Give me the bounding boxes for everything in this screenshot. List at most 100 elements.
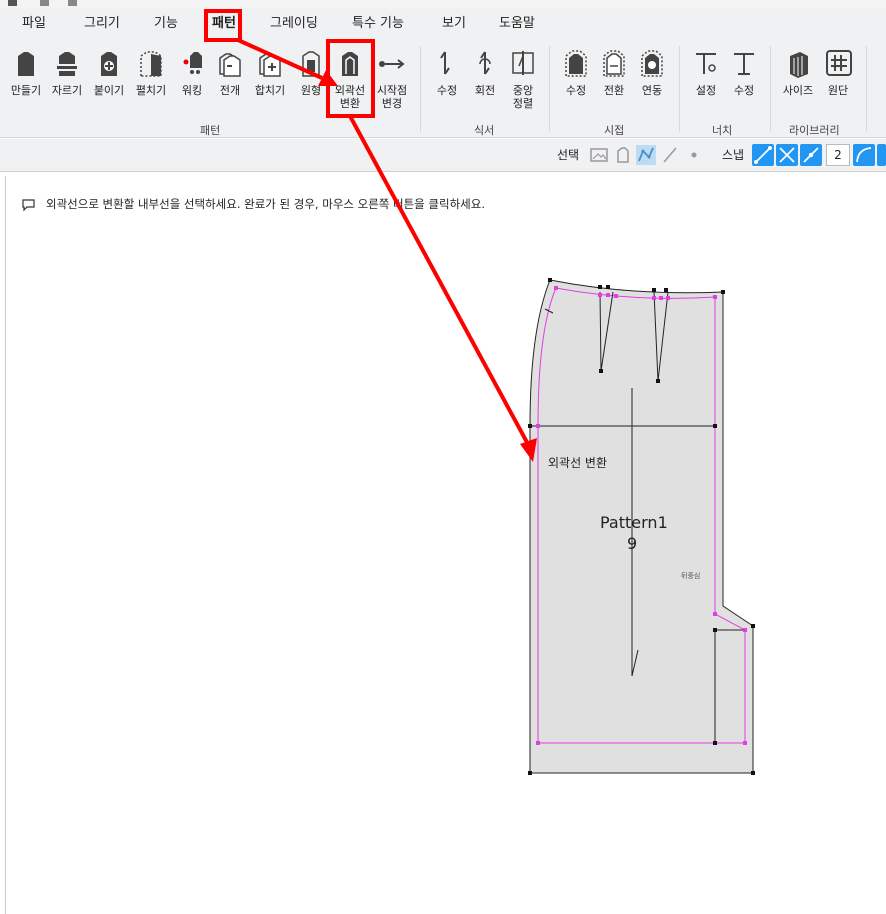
grain-center-button[interactable]: 중앙 정렬 [503, 48, 543, 128]
walking-icon [183, 52, 202, 74]
original-button[interactable]: 원형 [291, 48, 331, 128]
snap-curve-icon [856, 147, 872, 163]
menu-special[interactable]: 특수 기능 [352, 8, 404, 40]
seam-edit-icon [565, 50, 587, 77]
make-pattern-button[interactable]: 만들기 [6, 48, 46, 128]
image-select-icon[interactable] [589, 145, 609, 165]
menu-function[interactable]: 기능 [154, 8, 178, 40]
menu-file[interactable]: 파일 [22, 8, 46, 40]
merge-icon [259, 53, 281, 77]
pattern-select-icon[interactable] [613, 145, 633, 165]
seam-link-icon [641, 50, 663, 77]
button-label: 만들기 [10, 84, 42, 97]
fabric-library-button[interactable]: 원단 [818, 48, 858, 128]
menu-pattern[interactable]: 패턴 [212, 8, 236, 40]
change-start-point-button[interactable]: 시작점 변경 [372, 48, 412, 128]
snap-midpoint-icon [803, 147, 819, 163]
snap-endpoint-button[interactable] [752, 144, 774, 166]
snap-midpoint-button[interactable] [800, 144, 822, 166]
button-label: 회전 [474, 84, 496, 97]
group-separator [770, 46, 771, 132]
fabric-library-icon [826, 50, 852, 76]
button-label: 수정 [565, 84, 587, 97]
button-label: 중앙 정렬 [512, 84, 534, 110]
group-label-library: 라이브러리 [789, 124, 840, 137]
button-label: 자르기 [51, 84, 83, 97]
menu-draw[interactable]: 그리기 [84, 8, 120, 40]
ribbon: 만들기 자르기 붙이기 펼치기 워킹 전개 합치기 원형 외곽선 변환 시작점 … [0, 40, 886, 138]
group-label-notch: 너치 [712, 124, 733, 137]
pattern-make-icon [18, 52, 34, 76]
group-separator [679, 46, 680, 132]
line-select-icon[interactable] [636, 145, 656, 165]
button-label: 설정 [695, 84, 717, 97]
notch-edit-button[interactable]: 수정 [724, 48, 764, 128]
notch-set-button[interactable]: 설정 [686, 48, 726, 128]
canvas-left-border [5, 176, 6, 914]
snap-intersection-icon [779, 147, 795, 163]
tool-tooltip: 외곽선 변환 [548, 456, 608, 470]
button-label: 합치기 [254, 84, 286, 97]
app-icon [8, 0, 17, 6]
selection-toolbar: 선택 스냅 2 [0, 139, 886, 172]
develop-button[interactable]: 전개 [210, 48, 250, 128]
attach-pattern-button[interactable]: 붙이기 [89, 48, 129, 128]
straight-line-select-icon[interactable] [660, 145, 680, 165]
point-select-icon[interactable] [684, 145, 704, 165]
snap-curve-button[interactable] [853, 144, 875, 166]
group-label-seam: 시접 [604, 124, 625, 137]
save-icon[interactable] [40, 0, 49, 6]
outline-convert-button[interactable]: 외곽선 변환 [330, 48, 370, 128]
status-hint: 외곽선으로 변환할 내부선을 선택하세요. 완료가 된 경우, 마우스 오른쪽 … [46, 197, 485, 211]
pleat-rotate-icon [479, 51, 491, 75]
cut-pattern-button[interactable]: 자르기 [47, 48, 87, 128]
seam-switch-icon [603, 50, 625, 77]
unfold-pattern-button[interactable]: 펼치기 [131, 48, 171, 128]
merge-button[interactable]: 합치기 [250, 48, 290, 128]
button-label: 원형 [300, 84, 322, 97]
snap-divide-input[interactable]: 2 [826, 144, 850, 166]
menu-bar: 파일 그리기 기능 패턴 그레이딩 특수 기능 보기 도움말 [0, 8, 886, 40]
snap-circle-button[interactable] [877, 144, 886, 166]
select-label: 선택 [557, 148, 580, 162]
snap-label: 스냅 [722, 148, 745, 162]
button-label: 사이즈 [782, 84, 814, 97]
button-label: 붙이기 [93, 84, 125, 97]
group-label-grain: 식서 [474, 124, 495, 137]
seam-link-button[interactable]: 연동 [632, 48, 672, 128]
menu-grading[interactable]: 그레이딩 [270, 8, 318, 40]
undo-icon[interactable] [68, 0, 77, 6]
group-separator [420, 46, 421, 132]
seam-switch-button[interactable]: 전환 [594, 48, 634, 128]
message-icon [22, 199, 35, 211]
drawing-canvas[interactable] [0, 173, 886, 914]
button-label: 외곽선 변환 [334, 84, 366, 110]
group-separator [866, 46, 867, 132]
center-align-icon [512, 51, 534, 75]
snap-endpoint-icon [754, 146, 772, 164]
outline-convert-icon [342, 52, 358, 76]
button-label: 시작점 변경 [376, 84, 408, 110]
pattern-cut-icon [57, 52, 77, 76]
pattern-name: Pattern1 [600, 513, 668, 532]
size-library-icon [790, 52, 808, 78]
size-library-button[interactable]: 사이즈 [778, 48, 818, 128]
notch-set-icon [696, 53, 716, 74]
notch-edit-icon [734, 53, 754, 75]
pattern-number: 9 [627, 534, 638, 553]
button-label: 연동 [641, 84, 663, 97]
title-bar [0, 0, 886, 8]
grain-edit-button[interactable]: 수정 [427, 48, 467, 128]
button-label: 원단 [827, 84, 849, 97]
walking-button[interactable]: 워킹 [172, 48, 212, 128]
menu-help[interactable]: 도움말 [499, 8, 535, 40]
original-icon [302, 51, 320, 77]
snap-intersection-button[interactable] [776, 144, 798, 166]
start-point-icon [379, 59, 405, 69]
menu-view[interactable]: 보기 [442, 8, 466, 40]
pattern-label: 뒤중심 [681, 572, 701, 580]
seam-edit-button[interactable]: 수정 [556, 48, 596, 128]
grain-rotate-button[interactable]: 회전 [465, 48, 505, 128]
button-label: 수정 [436, 84, 458, 97]
button-label: 전환 [603, 84, 625, 97]
